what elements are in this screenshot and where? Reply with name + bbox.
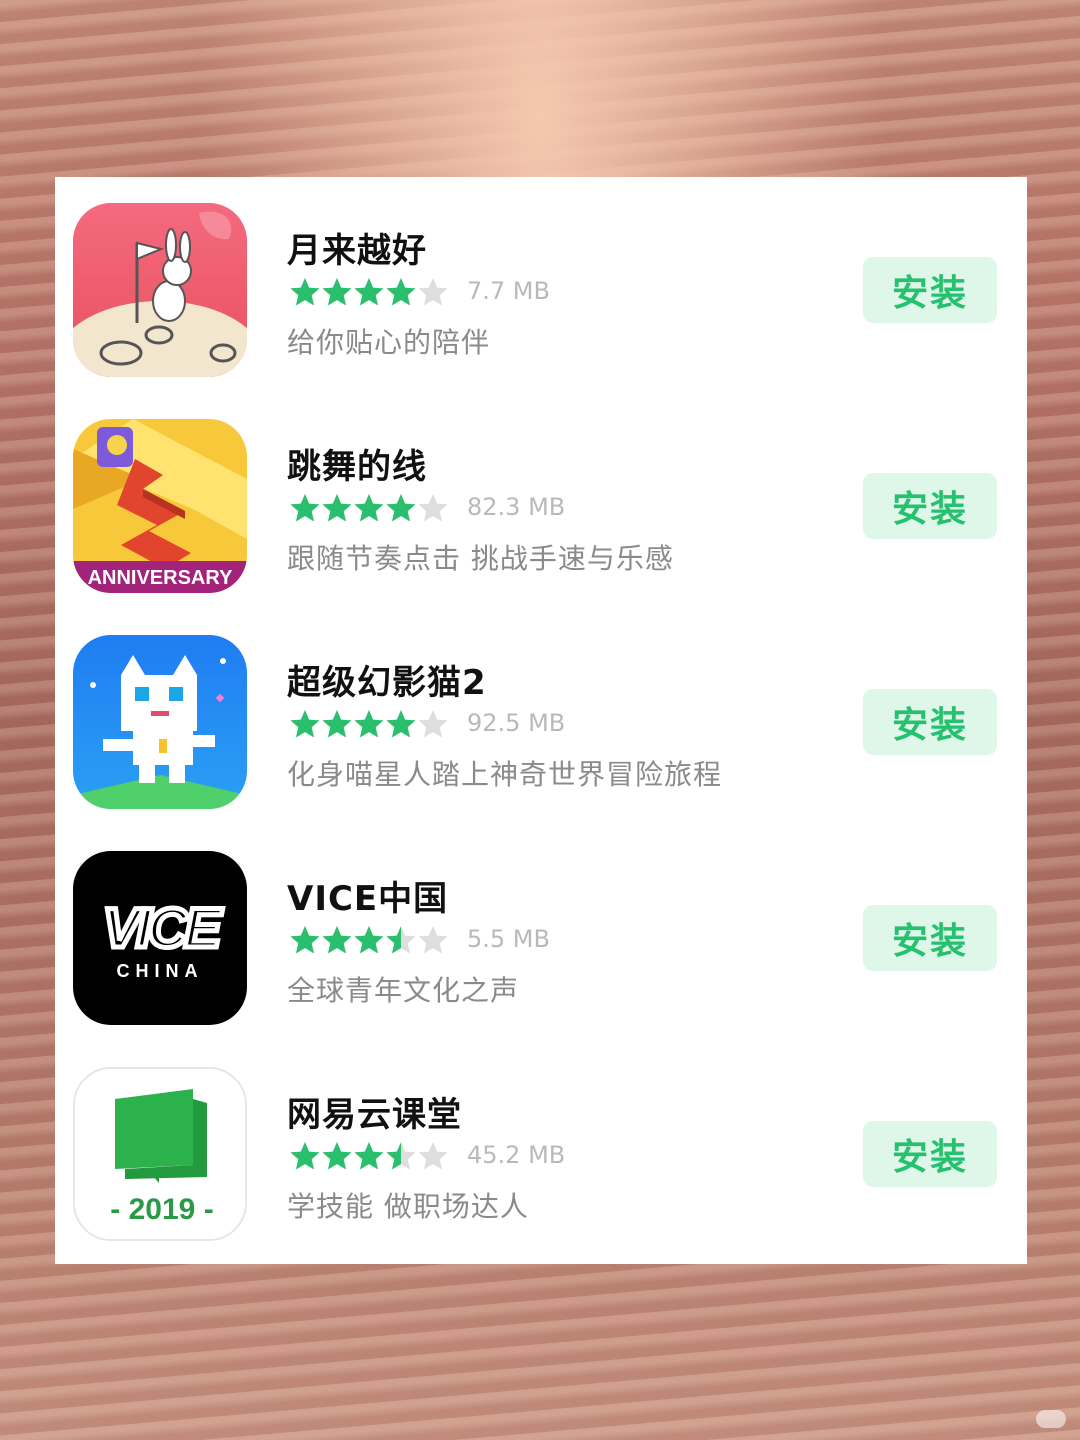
app-list-panel: 月来越好 7.7 MB 给你贴心的陪伴 安装 ANNIVERSARY 跳舞的线 … — [55, 177, 1027, 1264]
app-size: 45.2 MB — [467, 1141, 566, 1169]
star-filled-icon — [354, 278, 384, 306]
white-pixel-cat-icon[interactable] — [73, 635, 247, 809]
green-book-chat-icon[interactable]: - 2019 - — [73, 1067, 247, 1241]
star-filled-icon — [322, 494, 352, 522]
list-item[interactable]: ANNIVERSARY 跳舞的线 82.3 MB 跟随节奏点击 挑战手速与乐感 … — [55, 393, 1027, 609]
moon-rabbit-flag-icon[interactable] — [73, 203, 247, 377]
app-size: 7.7 MB — [467, 277, 550, 305]
app-name[interactable]: 月来越好 — [287, 223, 427, 272]
star-filled-icon — [290, 278, 320, 306]
star-filled-icon — [354, 710, 384, 738]
star-empty-icon — [418, 926, 448, 954]
watermark-badge — [1036, 1410, 1066, 1428]
app-name[interactable]: 网易云课堂 — [287, 1087, 462, 1136]
list-item[interactable]: VICE CHINA VICE中国 5.5 MB 全球青年文化之声 安装 — [55, 825, 1027, 1041]
star-empty-icon — [418, 710, 448, 738]
star-filled-icon — [386, 278, 416, 306]
install-button[interactable]: 安装 — [863, 689, 997, 755]
dancing-line-zigzag-icon[interactable]: ANNIVERSARY — [73, 419, 247, 593]
star-rating — [289, 277, 449, 311]
app-description: 跟随节奏点击 挑战手速与乐感 — [287, 542, 674, 575]
star-rating — [289, 925, 449, 959]
icon-vice-text: VICE — [103, 896, 223, 959]
star-filled-icon — [322, 278, 352, 306]
star-rating — [289, 709, 449, 743]
star-filled-icon — [386, 494, 416, 522]
star-filled-icon — [290, 1142, 320, 1170]
star-filled-icon — [354, 1142, 384, 1170]
app-description: 学技能 做职场达人 — [287, 1190, 529, 1223]
star-filled-icon — [354, 926, 384, 954]
list-item[interactable]: 超级幻影猫2 92.5 MB 化身喵星人踏上神奇世界冒险旅程 安装 — [55, 609, 1027, 825]
icon-anniversary-text: ANNIVERSARY — [88, 567, 233, 589]
app-size: 82.3 MB — [467, 493, 566, 521]
app-description: 给你贴心的陪伴 — [287, 326, 491, 359]
install-button[interactable]: 安装 — [863, 257, 997, 323]
star-filled-icon — [354, 494, 384, 522]
star-half-icon — [386, 926, 416, 954]
star-empty-icon — [418, 1142, 448, 1170]
app-description: 化身喵星人踏上神奇世界冒险旅程 — [287, 758, 723, 791]
star-filled-icon — [290, 710, 320, 738]
star-filled-icon — [322, 1142, 352, 1170]
star-filled-icon — [322, 710, 352, 738]
install-button[interactable]: 安装 — [863, 905, 997, 971]
star-empty-icon — [418, 494, 448, 522]
app-name[interactable]: VICE中国 — [287, 871, 448, 920]
vice-china-logo-icon[interactable]: VICE CHINA — [73, 851, 247, 1025]
star-filled-icon — [290, 494, 320, 522]
star-filled-icon — [322, 926, 352, 954]
app-size: 5.5 MB — [467, 925, 550, 953]
star-empty-icon — [418, 278, 448, 306]
star-filled-icon — [386, 710, 416, 738]
app-size: 92.5 MB — [467, 709, 566, 737]
list-item[interactable]: - 2019 - 网易云课堂 45.2 MB 学技能 做职场达人 安装 — [55, 1041, 1027, 1257]
star-rating — [289, 493, 449, 527]
app-name[interactable]: 超级幻影猫2 — [287, 655, 487, 704]
list-item[interactable]: 月来越好 7.7 MB 给你贴心的陪伴 安装 — [55, 177, 1027, 393]
app-description: 全球青年文化之声 — [287, 974, 520, 1007]
icon-china-text: CHINA — [117, 961, 204, 981]
star-half-icon — [386, 1142, 416, 1170]
app-name[interactable]: 跳舞的线 — [287, 439, 427, 488]
star-filled-icon — [290, 926, 320, 954]
install-button[interactable]: 安装 — [863, 1121, 997, 1187]
install-button[interactable]: 安装 — [863, 473, 997, 539]
star-rating — [289, 1141, 449, 1175]
icon-year-text: - 2019 - — [110, 1193, 213, 1226]
